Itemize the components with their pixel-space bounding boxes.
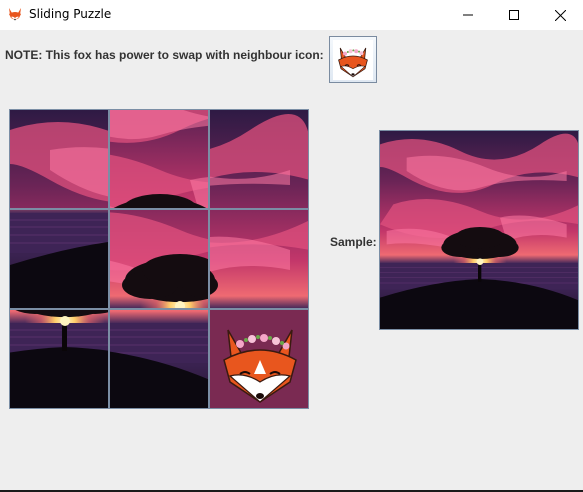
window-title: Sliding Puzzle xyxy=(29,7,112,21)
tile-image-3 xyxy=(210,110,308,208)
sample-label: Sample: xyxy=(330,235,377,249)
minimize-button[interactable] xyxy=(445,0,491,30)
tile-image-7 xyxy=(10,310,108,408)
tile-image-5 xyxy=(110,310,208,408)
close-button[interactable] xyxy=(537,0,583,30)
maximize-icon xyxy=(509,10,519,20)
fox-icon xyxy=(9,8,21,21)
puzzle-board xyxy=(9,109,309,409)
close-icon xyxy=(554,9,566,21)
puzzle-tile[interactable] xyxy=(9,209,109,309)
tile-image-2 xyxy=(110,110,208,208)
sliding-puzzle-window: Sliding Puzzle NOTE: This fox has power … xyxy=(0,0,583,492)
note-label: NOTE: This fox has power to swap with ne… xyxy=(5,48,324,62)
title-bar: Sliding Puzzle xyxy=(0,0,583,30)
fox-tile[interactable] xyxy=(209,309,309,409)
tile-image-6 xyxy=(210,210,308,308)
minimize-icon xyxy=(463,14,473,16)
puzzle-tile[interactable] xyxy=(209,209,309,309)
fox-icon xyxy=(333,39,373,80)
fox-swap-button[interactable] xyxy=(329,36,377,83)
maximize-button[interactable] xyxy=(491,0,537,30)
puzzle-tile[interactable] xyxy=(9,309,109,409)
puzzle-tile[interactable] xyxy=(109,109,209,209)
tile-image-4 xyxy=(10,210,108,308)
tile-image-1 xyxy=(10,110,108,208)
puzzle-tile[interactable] xyxy=(9,109,109,209)
sample-scene xyxy=(380,131,578,329)
sample-image xyxy=(379,130,579,330)
puzzle-tile[interactable] xyxy=(209,109,309,209)
tile-image-8 xyxy=(110,210,208,308)
puzzle-tile[interactable] xyxy=(109,209,209,309)
puzzle-tile[interactable] xyxy=(109,309,209,409)
fox-icon xyxy=(210,310,308,408)
